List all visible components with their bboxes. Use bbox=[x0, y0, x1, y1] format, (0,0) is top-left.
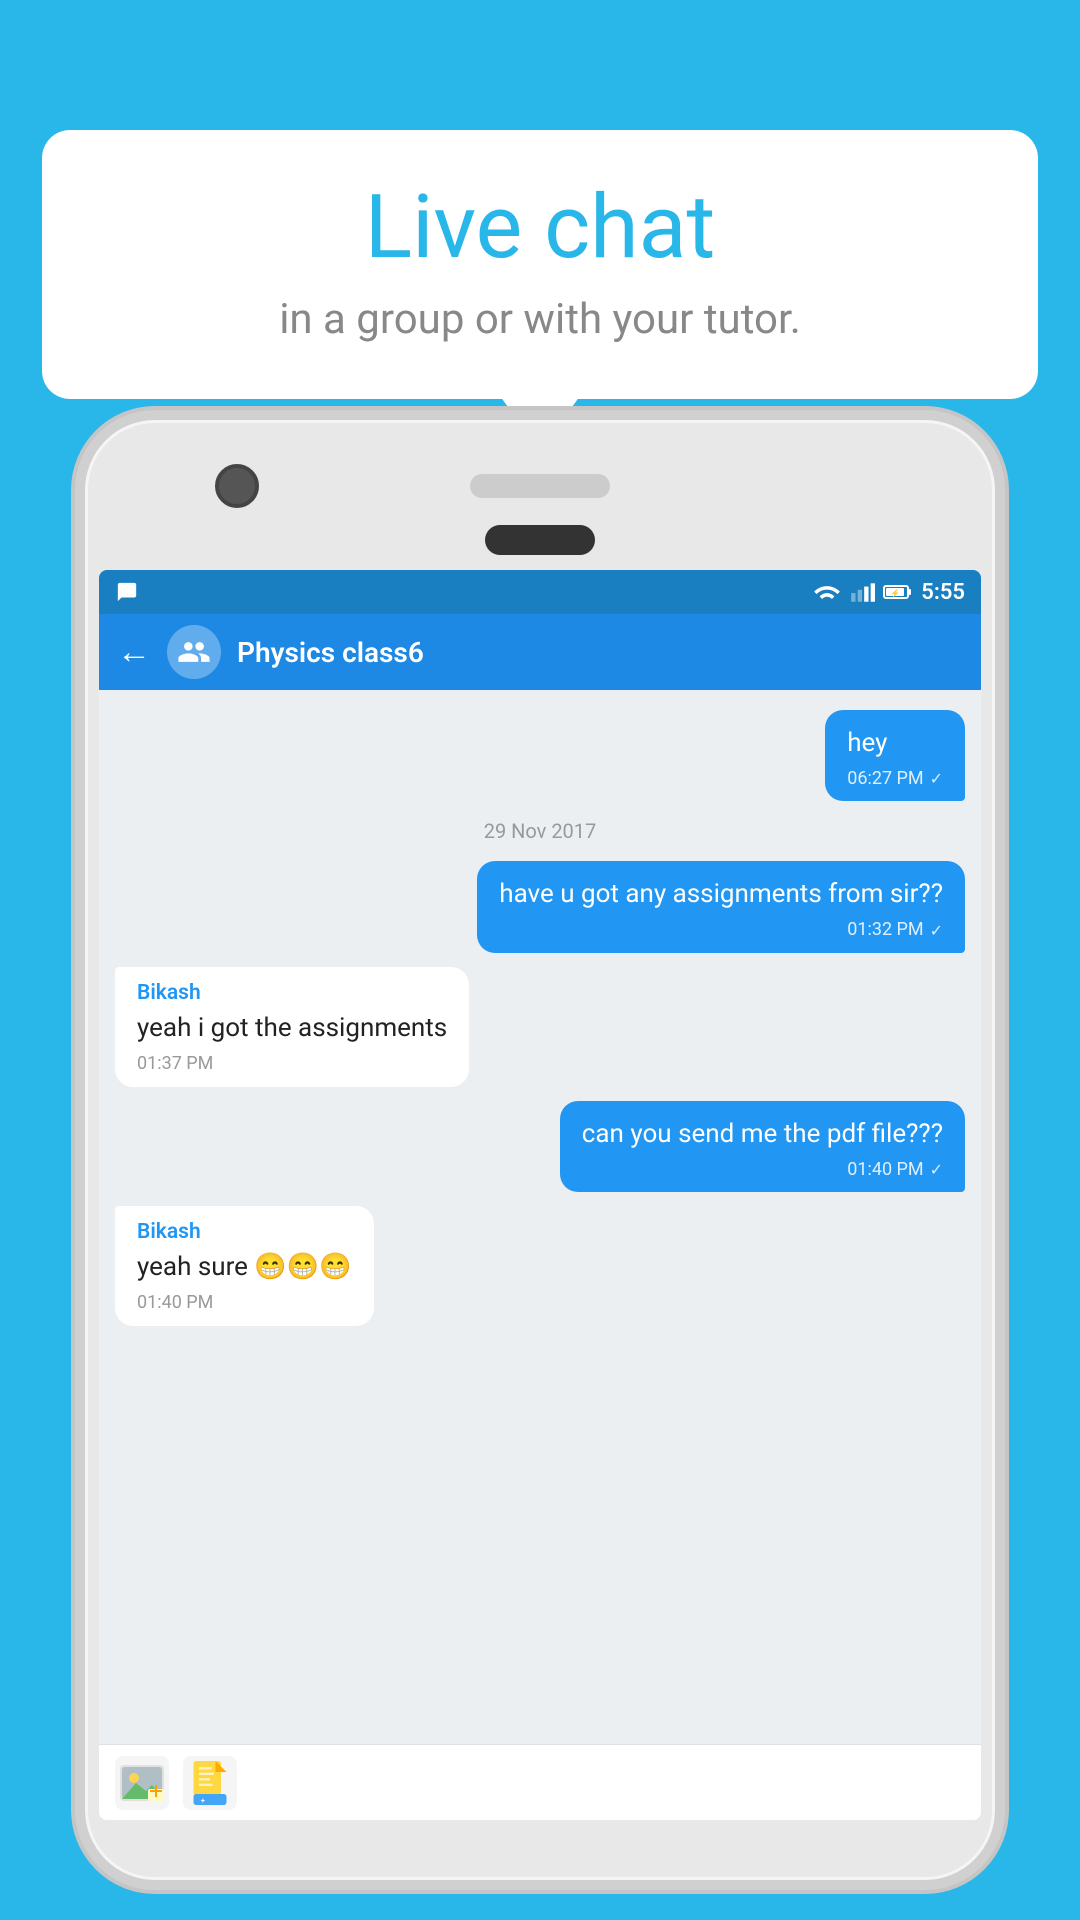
status-bar: ⚡ 5:55 bbox=[99, 570, 981, 614]
phone-frame: ⚡ 5:55 ← Physics class6 hey 06:27 PM bbox=[75, 410, 1005, 1890]
attach-image-button[interactable] bbox=[115, 1756, 169, 1810]
status-right: ⚡ 5:55 bbox=[813, 580, 965, 605]
image-attach-icon bbox=[120, 1765, 164, 1801]
battery-icon: ⚡ bbox=[883, 581, 913, 603]
group-avatar bbox=[167, 625, 221, 679]
message-received-2: Bikash yeah sure 😁😁😁 01:40 PM bbox=[115, 1206, 374, 1326]
message-time: 01:40 PM bbox=[847, 1158, 923, 1182]
message-meta: 01:32 PM ✓ bbox=[499, 918, 943, 942]
app-bar: ← Physics class6 bbox=[99, 614, 981, 690]
message-sent-3: can you send me the pdf file??? 01:40 PM… bbox=[560, 1101, 965, 1192]
phone-side-button-left-bot bbox=[75, 810, 85, 890]
message-sender: Bikash bbox=[137, 1218, 352, 1246]
bubble-title: Live chat bbox=[102, 180, 978, 277]
status-time: 5:55 bbox=[921, 580, 965, 605]
bubble-subtitle: in a group or with your tutor. bbox=[102, 295, 978, 344]
chat-area: hey 06:27 PM ✓ 29 Nov 2017 have u got an… bbox=[99, 690, 981, 1744]
checkmark-icon: ✓ bbox=[930, 1159, 943, 1181]
svg-text:⚡: ⚡ bbox=[890, 588, 900, 598]
back-button[interactable]: ← bbox=[117, 632, 151, 672]
wifi-icon bbox=[813, 581, 841, 603]
message-text: yeah i got the assignments bbox=[137, 1011, 447, 1046]
message-sent-1: hey 06:27 PM ✓ bbox=[825, 710, 965, 801]
signal-icon bbox=[849, 581, 875, 603]
message-meta: 01:40 PM bbox=[137, 1291, 352, 1315]
bottom-bar: + bbox=[99, 1744, 981, 1820]
phone-side-button-right bbox=[995, 700, 1005, 780]
chat-title: Physics class6 bbox=[237, 636, 963, 669]
phone-side-button-left-mid bbox=[75, 700, 85, 780]
phone-speaker bbox=[470, 474, 610, 498]
message-time: 01:32 PM bbox=[847, 918, 923, 942]
checkmark-icon: ✓ bbox=[930, 920, 943, 942]
phone-camera bbox=[215, 464, 259, 508]
document-attach-icon: + bbox=[190, 1761, 230, 1805]
message-meta: 06:27 PM ✓ bbox=[847, 767, 943, 791]
message-received-1: Bikash yeah i got the assignments 01:37 … bbox=[115, 967, 469, 1087]
group-icon bbox=[177, 635, 211, 669]
phone-side-button-left-top bbox=[75, 620, 85, 670]
message-text: yeah sure 😁😁😁 bbox=[137, 1250, 352, 1285]
message-time: 06:27 PM bbox=[847, 767, 923, 791]
status-left bbox=[115, 581, 139, 603]
attach-document-button[interactable]: + bbox=[183, 1756, 237, 1810]
notification-icon bbox=[115, 581, 139, 603]
date-divider: 29 Nov 2017 bbox=[115, 819, 965, 843]
message-meta: 01:40 PM ✓ bbox=[582, 1158, 943, 1182]
checkmark-icon: ✓ bbox=[930, 768, 943, 790]
message-sent-2: have u got any assignments from sir?? 01… bbox=[477, 861, 965, 952]
message-meta: 01:37 PM bbox=[137, 1052, 447, 1076]
phone-screen: ⚡ 5:55 ← Physics class6 hey 06:27 PM bbox=[99, 570, 981, 1820]
message-text: have u got any assignments from sir?? bbox=[499, 877, 943, 912]
message-sender: Bikash bbox=[137, 979, 447, 1007]
svg-text:+: + bbox=[201, 1796, 205, 1805]
message-text: can you send me the pdf file??? bbox=[582, 1117, 943, 1152]
phone-earpiece bbox=[485, 525, 595, 555]
message-text: hey bbox=[847, 726, 943, 761]
speech-bubble: Live chat in a group or with your tutor. bbox=[42, 130, 1038, 399]
